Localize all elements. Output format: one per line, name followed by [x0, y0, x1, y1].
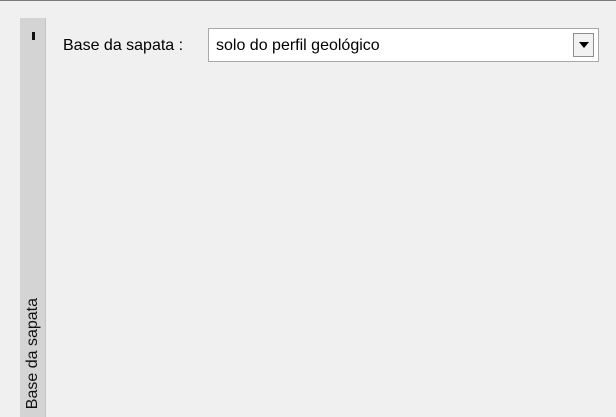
base-da-sapata-dropdown[interactable]: solo do perfil geológico — [208, 28, 599, 62]
dropdown-selected-value: solo do perfil geológico — [216, 37, 380, 54]
tab-marker-icon — [32, 32, 35, 40]
base-da-sapata-label: Base da sapata : — [63, 37, 184, 54]
chevron-down-icon — [579, 42, 589, 48]
side-tab-label: Base da sapata — [24, 297, 41, 409]
dropdown-button[interactable] — [573, 33, 594, 57]
window: Base da sapata Base da sapata : solo do … — [0, 0, 616, 417]
side-tab-base-da-sapata[interactable]: Base da sapata — [20, 18, 46, 417]
top-border — [0, 0, 616, 1]
